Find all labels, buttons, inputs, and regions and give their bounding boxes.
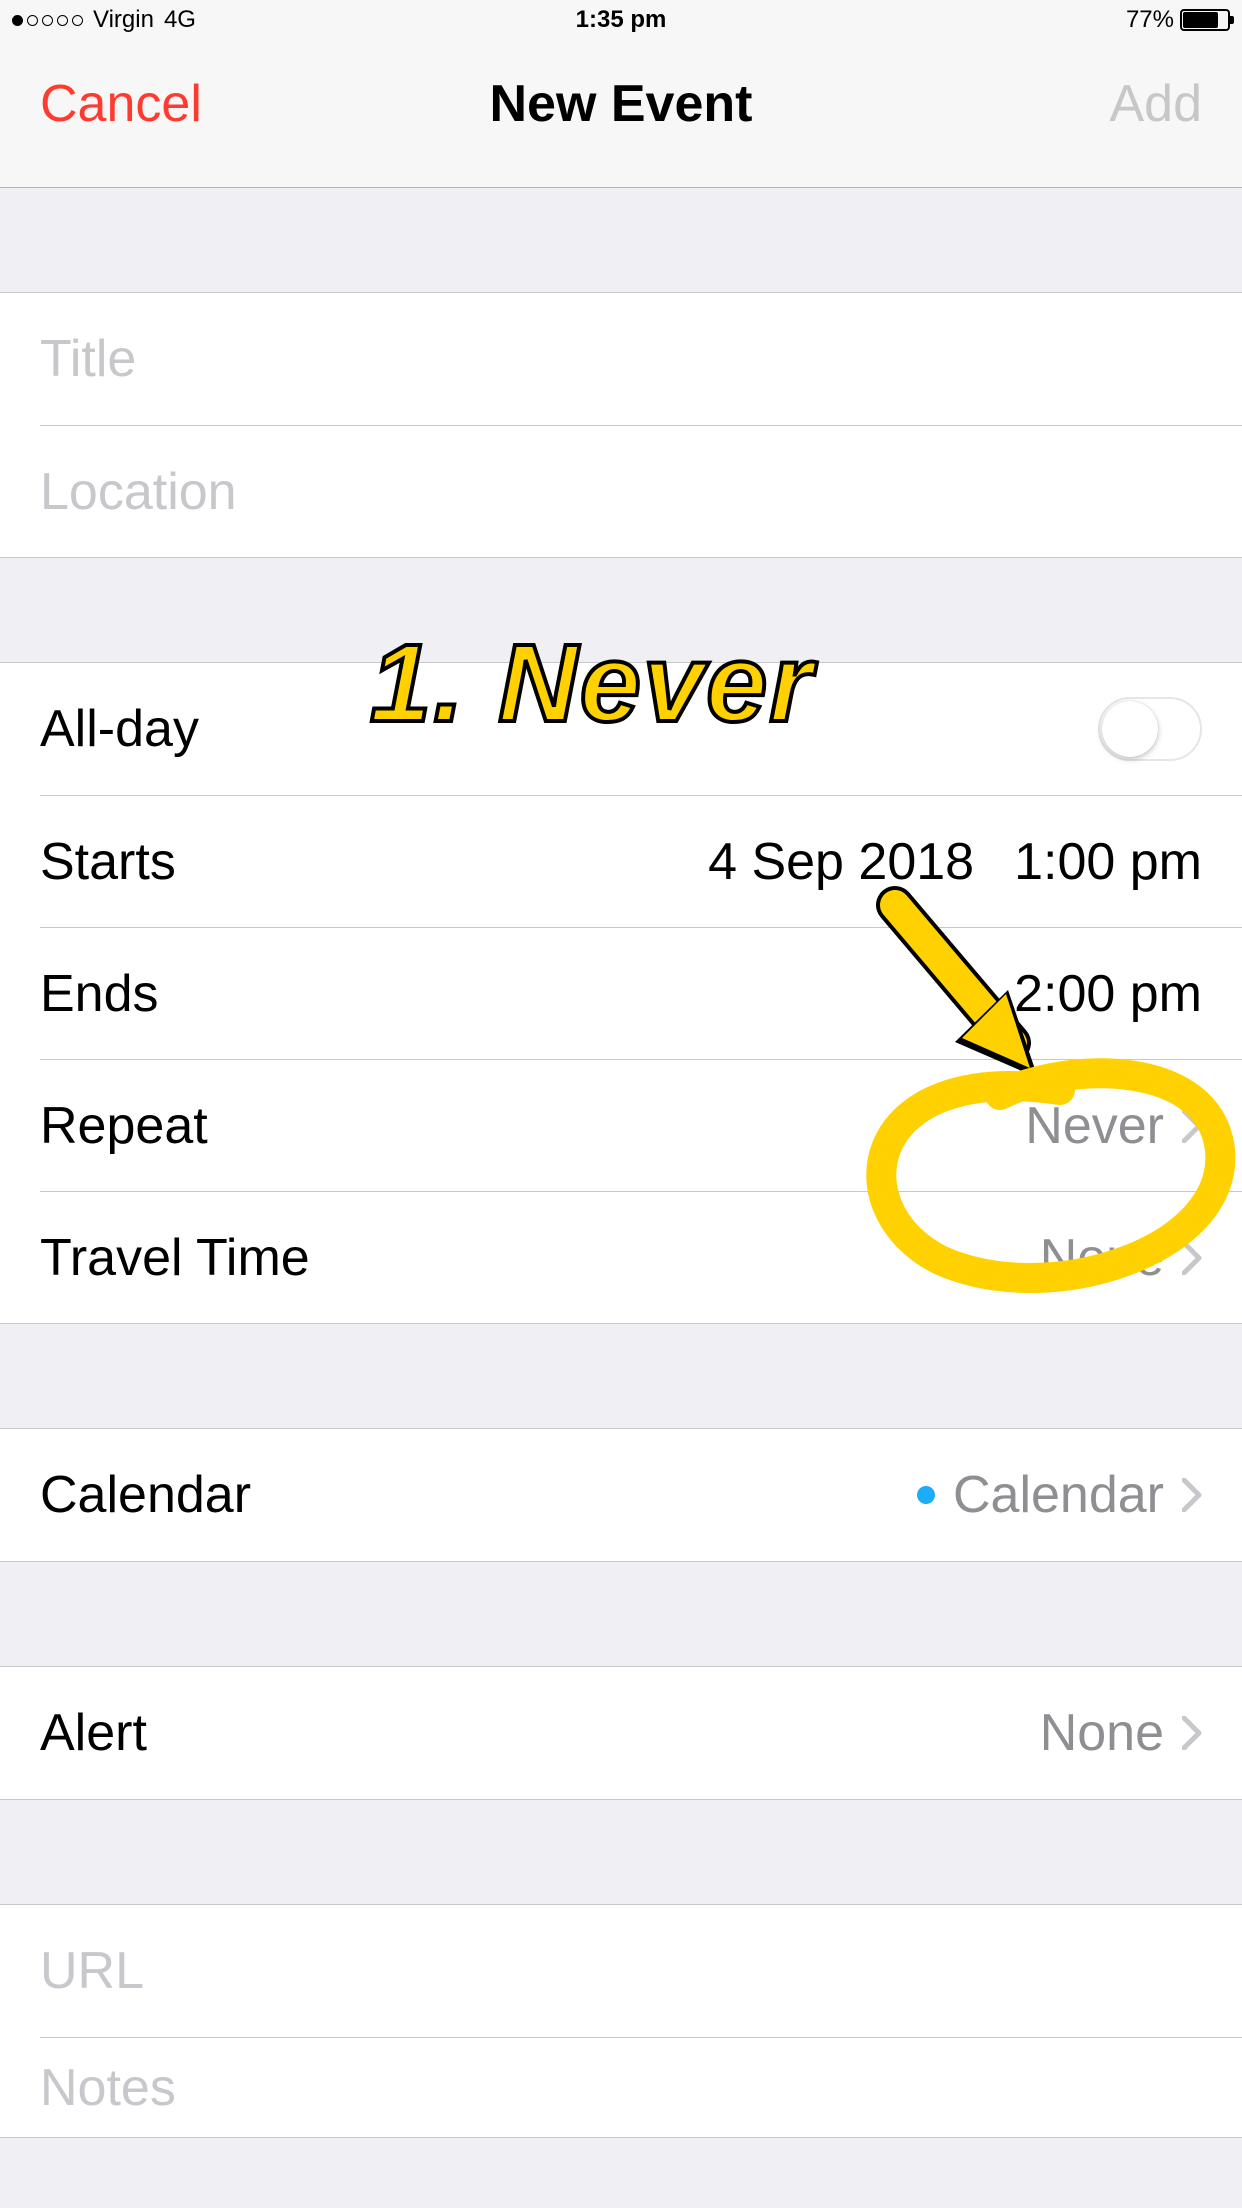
nav-bar: Cancel New Event Add (0, 40, 1242, 188)
calendar-value: Calendar (953, 1465, 1164, 1525)
location-placeholder: Location (40, 462, 1202, 522)
chevron-right-icon (1182, 1716, 1202, 1750)
alert-label: Alert (40, 1703, 1040, 1763)
starts-label: Starts (40, 832, 708, 892)
calendar-label: Calendar (40, 1465, 917, 1525)
ends-label: Ends (40, 964, 1014, 1024)
add-button[interactable]: Add (1109, 74, 1202, 134)
location-field[interactable]: Location (40, 425, 1242, 557)
url-notes-group: URL Notes (0, 1904, 1242, 2138)
title-field[interactable]: Title (0, 293, 1242, 425)
alert-row[interactable]: Alert None (0, 1667, 1242, 1799)
allday-label: All-day (40, 699, 1098, 759)
alert-group: Alert None (0, 1666, 1242, 1800)
repeat-value: Never (1025, 1096, 1164, 1156)
battery-percent: 77% (1126, 6, 1174, 34)
carrier-label: Virgin (93, 6, 154, 34)
ends-time: 2:00 pm (1014, 964, 1202, 1024)
calendar-color-dot (917, 1486, 953, 1504)
chevron-right-icon (1182, 1478, 1202, 1512)
schedule-group: All-day Starts 4 Sep 2018 1:00 pm Ends 2… (0, 662, 1242, 1324)
notes-field[interactable]: Notes (40, 2037, 1242, 2137)
section-gap (0, 1800, 1242, 1904)
calendar-row[interactable]: Calendar Calendar (0, 1429, 1242, 1561)
chevron-right-icon (1182, 1109, 1202, 1143)
repeat-row[interactable]: Repeat Never (40, 1059, 1242, 1191)
repeat-label: Repeat (40, 1096, 1025, 1156)
starts-date: 4 Sep 2018 (708, 832, 974, 892)
notes-placeholder: Notes (40, 2058, 1202, 2118)
status-bar: Virgin 4G 1:35 pm 77% (0, 0, 1242, 40)
starts-time: 1:00 pm (1014, 832, 1202, 892)
title-placeholder: Title (40, 329, 1202, 389)
battery-icon (1180, 9, 1230, 31)
allday-row[interactable]: All-day (0, 663, 1242, 795)
section-gap (0, 558, 1242, 662)
alert-value: None (1040, 1703, 1164, 1763)
network-label: 4G (164, 6, 196, 34)
section-gap (0, 1324, 1242, 1428)
travel-time-label: Travel Time (40, 1228, 1040, 1288)
travel-time-value: None (1040, 1228, 1164, 1288)
title-location-group: Title Location (0, 292, 1242, 558)
section-gap (0, 188, 1242, 292)
status-right: 77% (1126, 6, 1230, 34)
status-left: Virgin 4G (12, 6, 196, 34)
section-gap (0, 1562, 1242, 1666)
signal-icon (12, 15, 83, 26)
starts-row[interactable]: Starts 4 Sep 2018 1:00 pm (40, 795, 1242, 927)
calendar-group: Calendar Calendar (0, 1428, 1242, 1562)
travel-time-row[interactable]: Travel Time None (40, 1191, 1242, 1323)
allday-toggle[interactable] (1098, 697, 1202, 761)
clock: 1:35 pm (576, 6, 667, 34)
url-field[interactable]: URL (0, 1905, 1242, 2037)
chevron-right-icon (1182, 1241, 1202, 1275)
ends-row[interactable]: Ends 2:00 pm (40, 927, 1242, 1059)
url-placeholder: URL (40, 1941, 1202, 2001)
cancel-button[interactable]: Cancel (40, 74, 202, 134)
page-title: New Event (490, 74, 753, 134)
